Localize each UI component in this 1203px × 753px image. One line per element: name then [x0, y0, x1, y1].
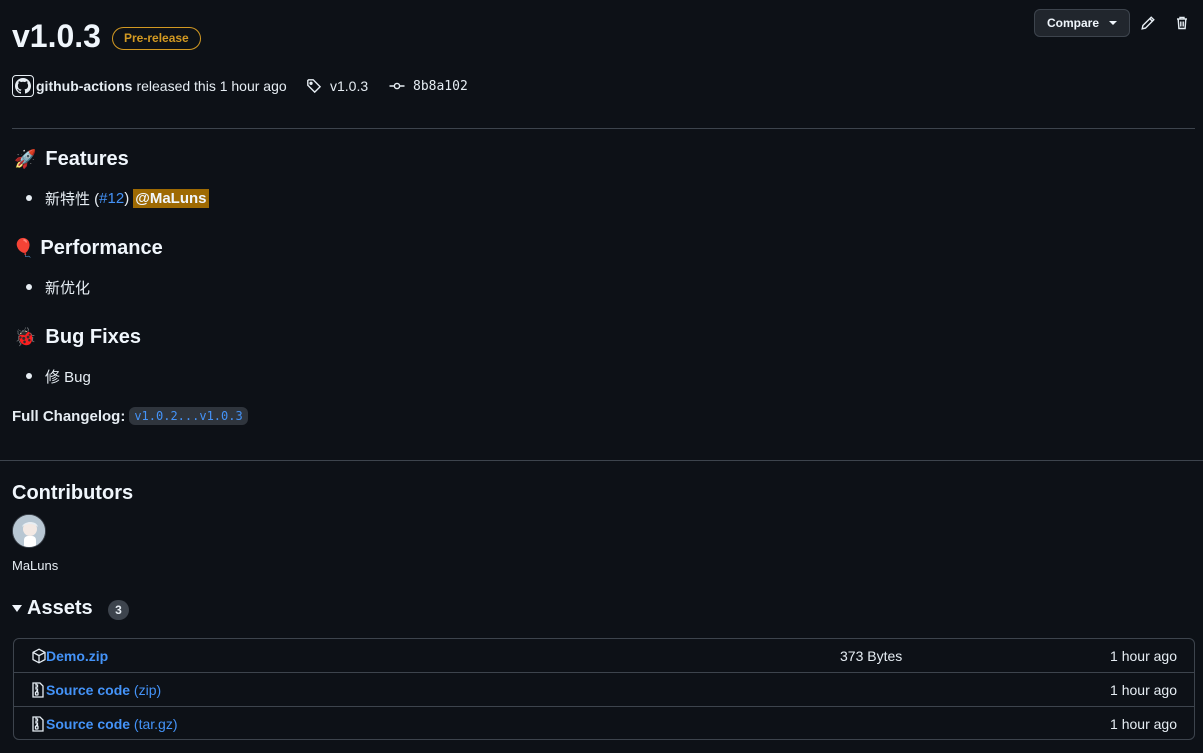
tag-icon [306, 78, 322, 94]
rocket-icon: 🚀 [14, 148, 37, 169]
contributors-heading: Contributors [12, 481, 134, 504]
avatar[interactable] [12, 514, 46, 548]
contributor-name[interactable]: MaLuns [12, 558, 58, 573]
performance-heading: 🎈 Performance [12, 236, 163, 259]
user-mention[interactable]: @MaLuns [133, 188, 209, 208]
asset-row: Source code (zip) 1 hour ago [14, 672, 1194, 706]
divider [0, 460, 1203, 461]
asset-link[interactable]: Source code (tar.gz) [46, 716, 178, 732]
assets-toggle[interactable]: Assets [12, 594, 93, 622]
trash-icon[interactable] [1171, 12, 1193, 34]
github-icon [12, 75, 34, 97]
list-item: 修 Bug [26, 365, 91, 387]
bullet-dot [26, 373, 32, 379]
asset-row: Demo.zip 373 Bytes 1 hour ago [14, 639, 1194, 673]
commit-sha: 8b8a102 [413, 78, 468, 94]
assets-count-badge: 3 [108, 600, 129, 620]
lady-beetle-icon: 🐞 [14, 326, 37, 347]
full-changelog: Full Changelog: v1.0.2...v1.0.3 [12, 405, 248, 427]
asset-link[interactable]: Source code (zip) [46, 682, 161, 698]
prerelease-badge: Pre-release [112, 27, 201, 50]
changelog-compare-link[interactable]: v1.0.2...v1.0.3 [129, 407, 248, 425]
tag-label: v1.0.3 [330, 78, 369, 94]
commit-link[interactable]: 8b8a102 [389, 74, 468, 98]
release-meta: github-actions released this 1 hour ago [12, 74, 287, 98]
list-item: 新特性 ( #12 ) @MaLuns [26, 187, 209, 209]
balloon-icon: 🎈 [12, 237, 35, 258]
assets-list: Demo.zip 373 Bytes 1 hour ago Source cod… [13, 638, 1195, 740]
package-icon [31, 648, 46, 664]
issue-link[interactable]: #12 [99, 190, 124, 207]
compare-button-label: Compare [1047, 16, 1100, 30]
file-zip-icon [31, 716, 45, 732]
bullet-dot [26, 284, 32, 290]
compare-button[interactable]: Compare [1034, 9, 1130, 37]
bugfixes-heading: 🐞 Bug Fixes [14, 325, 141, 348]
file-zip-icon [31, 682, 45, 698]
release-time-text: released this 1 hour ago [136, 78, 287, 94]
triangle-down-icon [12, 604, 22, 612]
tag-link[interactable]: v1.0.3 [306, 74, 368, 98]
asset-link[interactable]: Demo.zip [46, 648, 108, 664]
chevron-down-icon [1109, 21, 1118, 25]
features-heading: 🚀 Features [14, 147, 129, 170]
asset-time: 1 hour ago [1110, 681, 1177, 698]
assets-heading: Assets [27, 596, 93, 619]
release-title: v1.0.3 [12, 18, 101, 54]
pencil-icon[interactable] [1137, 12, 1159, 34]
asset-time: 1 hour ago [1110, 715, 1177, 732]
git-commit-icon [389, 78, 405, 94]
list-item: 新优化 [26, 276, 90, 298]
changelog-label: Full Changelog: [12, 407, 126, 425]
release-author-link[interactable]: github-actions [36, 78, 132, 94]
bullet-dot [26, 195, 32, 201]
asset-size: 373 Bytes [840, 648, 903, 664]
divider [12, 128, 1195, 129]
asset-time: 1 hour ago [1110, 648, 1177, 664]
asset-row: Source code (tar.gz) 1 hour ago [14, 706, 1194, 740]
